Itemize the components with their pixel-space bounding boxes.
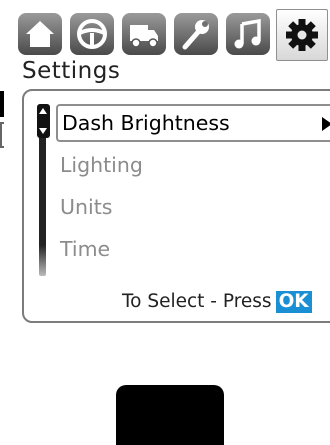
gear-icon bbox=[286, 19, 318, 51]
hardware-control-knob[interactable] bbox=[116, 385, 224, 445]
tab-service[interactable] bbox=[174, 13, 218, 55]
left-edge-bracket bbox=[0, 122, 4, 148]
settings-menu-panel: Dash Brightness Lighting Units Time bbox=[22, 89, 330, 323]
wrench-icon bbox=[182, 20, 209, 50]
ok-button-badge: OK bbox=[275, 291, 312, 313]
music-note-icon bbox=[234, 18, 261, 49]
menu-item-label: Units bbox=[60, 195, 113, 219]
tab-home[interactable] bbox=[18, 13, 62, 55]
scroll-down-arrow-icon bbox=[39, 128, 47, 134]
menu-item-label: Dash Brightness bbox=[62, 111, 230, 135]
page-title: Settings bbox=[22, 58, 121, 84]
scroll-up-arrow-icon bbox=[39, 108, 47, 114]
menu-item-lighting[interactable]: Lighting bbox=[60, 147, 330, 183]
menu-item-time[interactable]: Time bbox=[60, 231, 330, 267]
home-icon bbox=[26, 21, 54, 47]
scrollbar-thumb[interactable] bbox=[37, 104, 50, 138]
left-edge-marker bbox=[0, 91, 4, 117]
submenu-arrow-icon bbox=[322, 117, 330, 131]
select-hint: To Select - Press OK bbox=[122, 291, 312, 313]
tab-vehicle[interactable] bbox=[122, 13, 166, 55]
menu-item-label: Lighting bbox=[60, 153, 143, 177]
menu-item-label: Time bbox=[60, 237, 111, 261]
menu-item-units[interactable]: Units bbox=[60, 189, 330, 225]
top-tab-bar bbox=[18, 9, 330, 61]
steering-wheel-icon bbox=[77, 19, 107, 49]
truck-icon bbox=[130, 25, 158, 48]
tab-driving[interactable] bbox=[70, 13, 114, 55]
menu-item-dash-brightness[interactable]: Dash Brightness bbox=[56, 104, 330, 142]
tab-settings[interactable] bbox=[276, 9, 328, 61]
select-hint-text: To Select - Press bbox=[122, 291, 272, 312]
tab-audio[interactable] bbox=[226, 13, 270, 55]
